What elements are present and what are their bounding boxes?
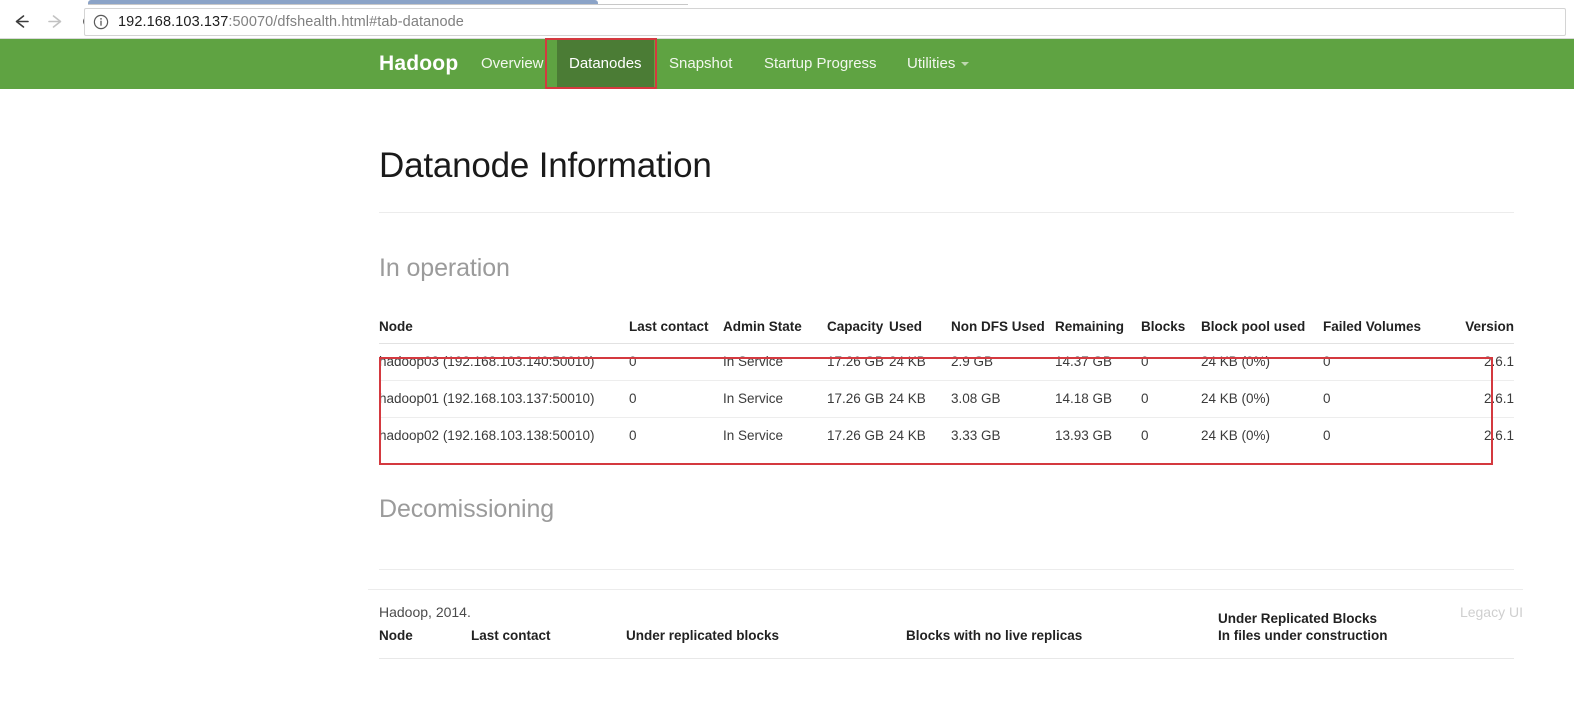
cell-used: 24 KB — [889, 417, 951, 454]
table-header-row: Node Last contact Admin State Capacity U… — [379, 311, 1514, 344]
nav-label-overview: Overview — [481, 55, 544, 72]
cell-remaining: 14.18 GB — [1055, 380, 1141, 418]
col-non-dfs-used[interactable]: Non DFS Used — [951, 311, 1055, 344]
back-arrow-icon — [12, 12, 31, 31]
cell-non-dfs-used: 3.08 GB — [951, 380, 1055, 418]
cell-failed-volumes: 0 — [1323, 380, 1465, 418]
cell-node[interactable]: hadoop03 (192.168.103.140:50010) — [379, 344, 629, 381]
hadoop-navbar: Hadoop Overview Datanodes Snapshot Start… — [0, 39, 1574, 89]
cell-remaining: 13.93 GB — [1055, 417, 1141, 454]
cell-last-contact: 0 — [629, 354, 637, 369]
nav-label-startup-progress: Startup Progress — [764, 55, 877, 72]
cell-failed-volumes: 0 — [1323, 354, 1331, 369]
page-content: Datanode Information In operation Node L… — [0, 89, 1574, 728]
nav-item-startup-progress[interactable]: Startup Progress — [752, 39, 889, 89]
col-last-contact[interactable]: Last contact — [629, 311, 723, 344]
cell-admin-state: In Service — [723, 354, 784, 369]
cell-last-contact: 0 — [629, 380, 723, 418]
cell-version: 2.6.1 — [1483, 354, 1514, 369]
cell-version: 2.6.1 — [1465, 380, 1514, 418]
address-bar-text: 192.168.103.137:50070/dfshealth.html#tab… — [118, 14, 464, 30]
legacy-ui-link[interactable]: Legacy UI — [1460, 604, 1523, 620]
page-footer: Hadoop, 2014. Legacy UI — [379, 604, 1523, 620]
hadoop-brand[interactable]: Hadoop — [379, 50, 458, 77]
cell-block-pool-used: 24 KB (0%) — [1201, 380, 1323, 418]
col-remaining[interactable]: Remaining — [1055, 311, 1141, 344]
cell-failed-volumes: 0 — [1323, 417, 1465, 454]
cell-admin-state: In Service — [723, 380, 827, 418]
cell-capacity: 17.26 GB — [827, 417, 889, 454]
section-heading-decommissioning: Decomissioning — [379, 495, 555, 523]
nav-label-datanodes: Datanodes — [569, 55, 642, 72]
nav-item-utilities[interactable]: Utilities — [895, 39, 981, 89]
cell-admin-state: In Service — [723, 417, 827, 454]
cell-capacity: 17.26 GB — [827, 354, 885, 369]
nav-label-snapshot: Snapshot — [669, 55, 733, 72]
footer-copyright: Hadoop, 2014. — [379, 604, 471, 620]
forward-arrow-icon — [46, 12, 65, 31]
url-host: 192.168.103.137 — [118, 14, 229, 30]
nav-item-datanodes[interactable]: Datanodes — [557, 39, 654, 89]
section-heading-in-operation: In operation — [379, 254, 510, 282]
cell-blocks: 0 — [1141, 354, 1149, 369]
cell-version: 2.6.1 — [1465, 417, 1514, 454]
title-divider — [379, 212, 1514, 213]
col-block-pool-used[interactable]: Block pool used — [1201, 311, 1323, 344]
table-row[interactable]: hadoop01 (192.168.103.137:50010) 0 In Se… — [379, 380, 1514, 418]
table-row[interactable]: hadoop02 (192.168.103.138:50010) 0 In Se… — [379, 417, 1514, 454]
cell-remaining: 14.37 GB — [1055, 354, 1113, 369]
col-blocks[interactable]: Blocks — [1141, 311, 1201, 344]
cell-block-pool-used: 24 KB (0%) — [1201, 354, 1271, 369]
page-title: Datanode Information — [379, 146, 712, 185]
table-row[interactable]: hadoop03 (192.168.103.140:50010) 0 In Se… — [379, 344, 1514, 381]
nav-item-overview[interactable]: Overview — [469, 39, 556, 89]
cell-blocks: 0 — [1141, 380, 1201, 418]
url-path: :50070/dfshealth.html#tab-datanode — [228, 14, 464, 30]
cell-blocks: 0 — [1141, 417, 1201, 454]
col-failed-volumes[interactable]: Failed Volumes — [1323, 311, 1465, 344]
nav-item-snapshot[interactable]: Snapshot — [657, 39, 744, 89]
col-urb-line2: In files under construction — [1218, 628, 1388, 643]
cell-block-pool-used: 24 KB (0%) — [1201, 417, 1323, 454]
cell-capacity: 17.26 GB — [827, 380, 889, 418]
cell-non-dfs-used: 2.9 GB — [951, 354, 994, 369]
cell-non-dfs-used: 3.33 GB — [951, 417, 1055, 454]
cell-node[interactable]: hadoop01 (192.168.103.137:50010) — [379, 380, 629, 418]
cell-used: 24 KB — [889, 380, 951, 418]
nav-label-utilities: Utilities — [907, 55, 956, 72]
col-admin-state[interactable]: Admin State — [723, 311, 827, 344]
col-used[interactable]: Used — [889, 311, 951, 344]
in-operation-table: Node Last contact Admin State Capacity U… — [379, 311, 1514, 454]
forward-button[interactable] — [38, 7, 72, 37]
info-circle-icon[interactable] — [93, 14, 109, 30]
back-button[interactable] — [4, 7, 38, 37]
browser-toolbar: 192.168.103.137:50070/dfshealth.html#tab… — [0, 5, 1574, 38]
col-node[interactable]: Node — [379, 311, 629, 344]
cell-used: 24 KB — [889, 354, 926, 369]
address-bar[interactable]: 192.168.103.137:50070/dfshealth.html#tab… — [84, 8, 1566, 36]
cell-node[interactable]: hadoop02 (192.168.103.138:50010) — [379, 417, 629, 454]
col-version[interactable]: Version — [1465, 311, 1514, 344]
cell-last-contact: 0 — [629, 417, 723, 454]
col-capacity[interactable]: Capacity — [827, 311, 889, 344]
footer-divider — [368, 589, 1523, 590]
chevron-down-icon — [961, 62, 970, 66]
